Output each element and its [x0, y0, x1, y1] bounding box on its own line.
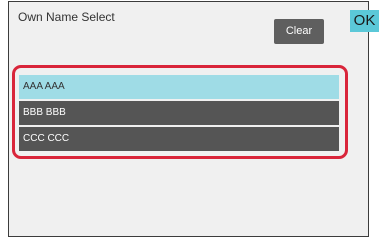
name-list: AAA AAA BBB BBB CCC CCC: [19, 75, 339, 153]
ok-button[interactable]: OK: [350, 10, 379, 32]
list-item[interactable]: AAA AAA: [19, 75, 339, 99]
clear-button[interactable]: Clear: [274, 19, 324, 44]
list-item[interactable]: CCC CCC: [19, 127, 339, 151]
page-title: Own Name Select: [18, 10, 115, 24]
list-item[interactable]: BBB BBB: [19, 101, 339, 125]
